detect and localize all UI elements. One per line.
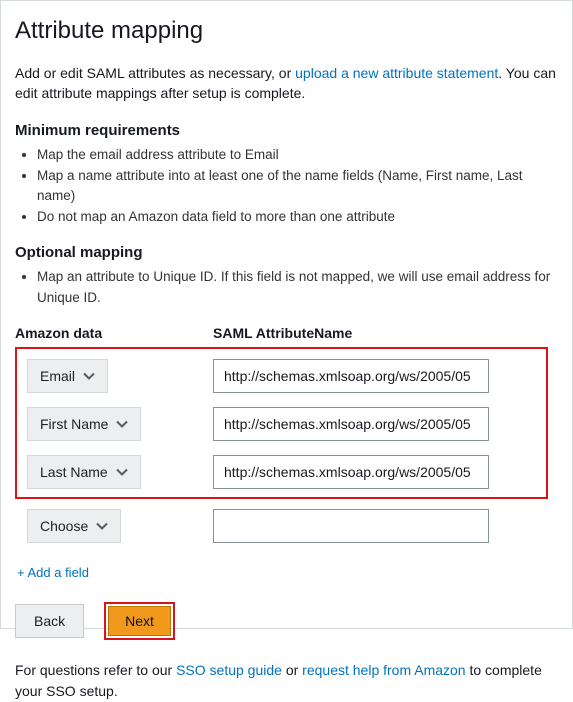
saml-attribute-input-lastname[interactable] — [213, 455, 489, 489]
saml-attribute-input-email[interactable] — [213, 359, 489, 393]
footer-mid: or — [282, 662, 302, 678]
saml-attribute-input-firstname[interactable] — [213, 407, 489, 441]
page-title: Attribute mapping — [15, 17, 558, 45]
list-item: Map the email address attribute to Email — [37, 145, 558, 166]
chevron-down-icon — [83, 372, 95, 380]
button-bar: Back Next — [15, 602, 558, 640]
footer-text: For questions refer to our SSO setup gui… — [15, 660, 558, 702]
dropdown-label: First Name — [40, 416, 108, 432]
next-button-highlight: Next — [104, 602, 175, 640]
mapping-row-firstname: First Name — [27, 407, 536, 441]
amazon-data-dropdown-firstname[interactable]: First Name — [27, 407, 141, 441]
dropdown-label: Email — [40, 368, 75, 384]
footer-pre: For questions refer to our — [15, 662, 176, 678]
amazon-data-dropdown-lastname[interactable]: Last Name — [27, 455, 141, 489]
chevron-down-icon — [116, 468, 128, 476]
list-item: Map a name attribute into at least one o… — [37, 166, 558, 208]
optional-mapping-list: Map an attribute to Unique ID. If this f… — [15, 267, 558, 309]
mapping-row-lastname: Last Name — [27, 455, 536, 489]
col-amazon-data: Amazon data — [15, 325, 213, 341]
dropdown-label: Last Name — [40, 464, 108, 480]
mapping-row-email: Email — [27, 359, 536, 393]
chevron-down-icon — [96, 522, 108, 530]
intro-text: Add or edit SAML attributes as necessary… — [15, 63, 558, 104]
add-field-link[interactable]: + Add a field — [17, 565, 89, 580]
mapping-row-choose: Choose — [15, 509, 558, 543]
list-item: Map an attribute to Unique ID. If this f… — [37, 267, 558, 309]
min-requirements-heading: Minimum requirements — [15, 122, 558, 139]
list-item: Do not map an Amazon data field to more … — [37, 207, 558, 228]
back-button[interactable]: Back — [15, 604, 84, 638]
amazon-data-dropdown-choose[interactable]: Choose — [27, 509, 121, 543]
dropdown-label: Choose — [40, 518, 88, 534]
min-requirements-list: Map the email address attribute to Email… — [15, 145, 558, 229]
column-headers: Amazon data SAML AttributeName — [15, 325, 558, 341]
chevron-down-icon — [116, 420, 128, 428]
col-saml-attributename: SAML AttributeName — [213, 325, 352, 341]
upload-attribute-link[interactable]: upload a new attribute statement — [295, 65, 498, 81]
request-help-link[interactable]: request help from Amazon — [302, 662, 465, 678]
saml-attribute-input-choose[interactable] — [213, 509, 489, 543]
amazon-data-dropdown-email[interactable]: Email — [27, 359, 108, 393]
optional-mapping-heading: Optional mapping — [15, 244, 558, 261]
attribute-mapping-panel: Attribute mapping Add or edit SAML attri… — [0, 0, 573, 629]
sso-setup-guide-link[interactable]: SSO setup guide — [176, 662, 282, 678]
intro-pre: Add or edit SAML attributes as necessary… — [15, 65, 295, 81]
next-button[interactable]: Next — [108, 606, 171, 636]
required-rows-highlight: Email First Name Last Name — [15, 347, 548, 499]
